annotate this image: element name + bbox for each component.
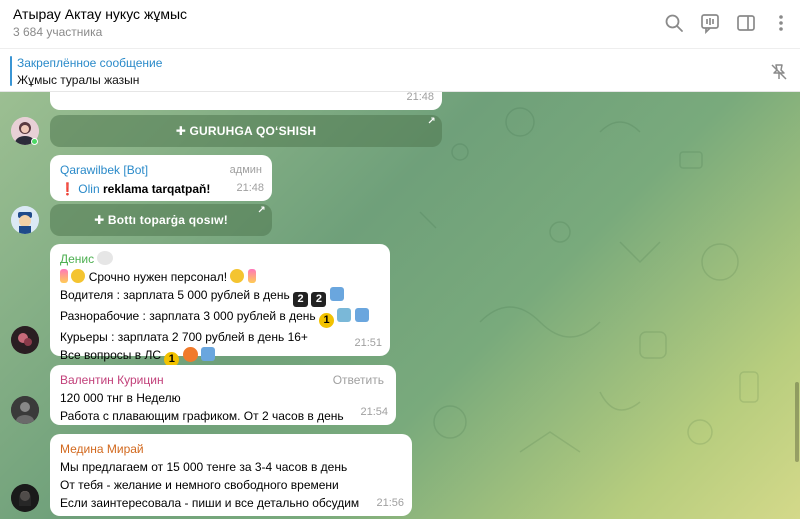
search-icon[interactable] <box>663 12 685 34</box>
message-time: 21:56 <box>376 497 404 509</box>
emoji-icon <box>230 269 245 283</box>
message-line: От тебя - желание и немного свободного в… <box>60 478 339 492</box>
emoji-icon <box>329 287 344 301</box>
message-time: 21:48 <box>236 182 264 194</box>
avatar[interactable] <box>11 326 39 354</box>
message-line: Если заинтересовала - пиши и все детальн… <box>60 496 360 510</box>
join-group-button[interactable]: ✚ GURUHGA QO‘SHISH ↗ <box>50 115 442 147</box>
avatar[interactable] <box>11 206 39 234</box>
message-line: Работа с плавающим графиком. От 2 часов … <box>60 409 344 423</box>
message-line: Мы предлагаем от 15 000 тенге за 3-4 час… <box>60 460 348 474</box>
sender-name[interactable]: Денис <box>60 252 94 266</box>
avatar[interactable] <box>11 484 39 512</box>
emoji-icon <box>182 347 198 362</box>
message-line: Все вопросы в ЛС <box>60 348 161 362</box>
video-chat-icon[interactable] <box>699 12 721 35</box>
message-time: 21:54 <box>360 406 388 418</box>
pinned-title: Закреплённое сообщение <box>17 56 163 70</box>
message-line: Разнорабочие : зарплата 3 000 рублей в д… <box>60 309 316 323</box>
emoji-icon <box>60 269 68 283</box>
member-count: 3 684 участника <box>13 25 103 39</box>
sender-name[interactable]: Qarawilbek [Bot] <box>60 163 148 177</box>
admin-badge: админ <box>229 164 262 176</box>
message-list[interactable]: 21:48 ✚ GURUHGA QO‘SHISH ↗ Qarawilbek [B… <box>0 92 800 519</box>
message-line: Курьеры : зарплата 2 700 рублей в день 1… <box>60 330 308 344</box>
unpin-icon[interactable] <box>768 61 790 83</box>
sidebar-icon[interactable] <box>735 12 757 34</box>
chat-title[interactable]: Атырау Актау нукус жұмыс <box>13 6 187 22</box>
message-bubble[interactable]: 21:48 <box>50 92 442 110</box>
add-bot-button[interactable]: ✚ Bottı toparġa qosıw! ↗ <box>50 204 272 236</box>
message-bubble[interactable]: Денис Срочно нужен персонал! Водителя : … <box>50 244 390 367</box>
avatar[interactable] <box>11 396 39 424</box>
message-line: Срочно нужен персонал! <box>88 270 228 284</box>
pinned-message-bar[interactable]: Закреплённое сообщение Жұмыс туралы жазы… <box>0 48 800 92</box>
mention-link[interactable]: Olin <box>78 182 99 196</box>
number-2-icon: 2 <box>293 292 309 307</box>
message-time: 21:51 <box>354 337 382 349</box>
message-line: 120 000 тнг в Неделю <box>60 391 181 405</box>
pinned-text: Жұмыс туралы жазын <box>17 73 140 87</box>
scrollbar-thumb[interactable] <box>795 382 799 462</box>
message-bubble[interactable]: Медина Мирай Мы предлагаем от 15 000 тен… <box>50 434 412 516</box>
join-group-label: ✚ GURUHGA QO‘SHISH <box>175 124 317 138</box>
message-bubble[interactable]: Валентин Курицин Ответить 120 000 тнг в … <box>50 365 396 425</box>
online-indicator <box>31 138 38 145</box>
message-line: Водителя : зарплата 5 000 рублей в день <box>60 288 290 302</box>
message-text: reklama tarqatpaň! <box>102 182 211 196</box>
number-1-icon: 1 <box>319 313 335 328</box>
exclamation-icon: ❗ <box>60 182 75 196</box>
external-link-icon: ↗ <box>427 116 436 127</box>
reply-button[interactable]: Ответить <box>333 371 384 389</box>
chat-header[interactable]: Атырау Актау нукус жұмыс 3 684 участника <box>0 0 800 48</box>
emoji-icon <box>71 269 86 283</box>
sender-name[interactable]: Медина Мирай <box>60 440 402 458</box>
emoji-icon <box>337 308 352 322</box>
sender-name[interactable]: Валентин Курицин <box>60 373 164 387</box>
message-bubble[interactable]: Qarawilbek [Bot] админ ❗ Olin reklama ta… <box>50 155 272 201</box>
message-time: 21:48 <box>406 92 434 103</box>
emoji-icon <box>247 269 256 283</box>
emoji-icon <box>97 251 114 265</box>
emoji-icon <box>201 347 216 361</box>
number-2-icon: 2 <box>311 292 327 307</box>
scrollbar[interactable] <box>794 92 800 519</box>
pinned-accent-bar <box>10 56 12 86</box>
add-bot-label: ✚ Bottı toparġa qosıw! <box>94 213 228 227</box>
external-link-icon: ↗ <box>257 205 266 216</box>
more-icon[interactable] <box>770 12 792 34</box>
emoji-icon <box>354 308 369 322</box>
